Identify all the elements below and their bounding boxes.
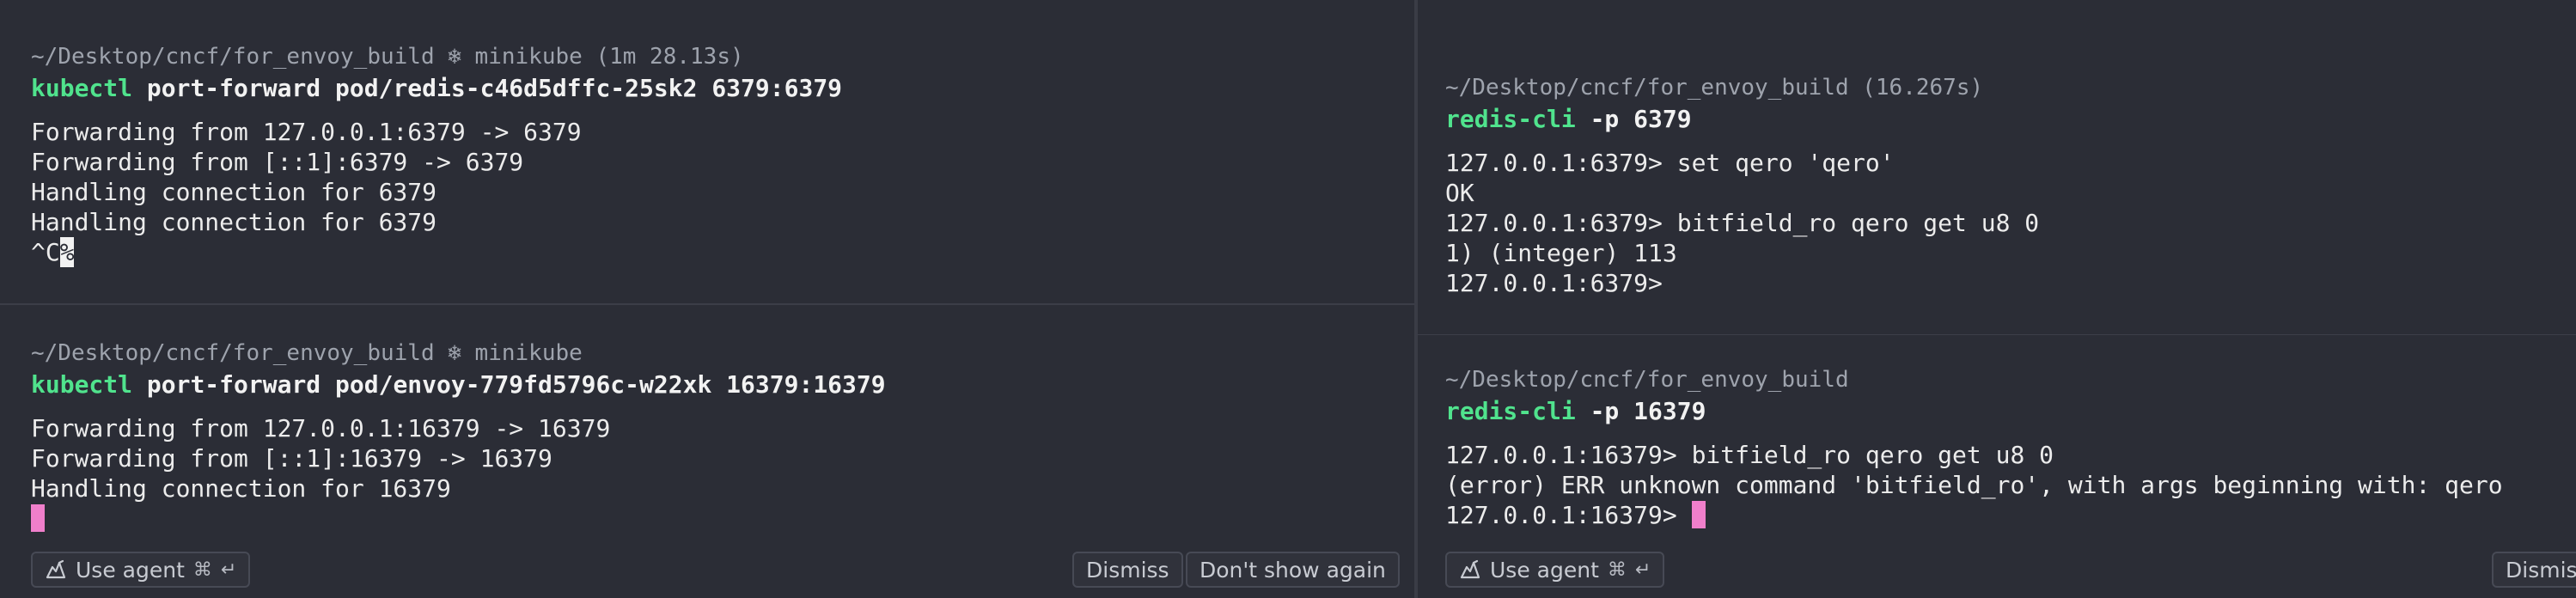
- output-line: Handling connection for 16379: [31, 474, 451, 503]
- output-line: Forwarding from 127.0.0.1:6379 -> 6379: [31, 118, 582, 146]
- command-key-icon: ⌘: [192, 558, 212, 581]
- input-prompt: 127.0.0.1:16379>: [1445, 501, 1692, 529]
- command-line: kubectl port-forward pod/envoy-779fd5796…: [31, 369, 886, 401]
- interrupt-text: ^C: [31, 238, 60, 266]
- output-line: Forwarding from [::1]:16379 -> 16379: [31, 444, 552, 473]
- block-cursor: [31, 504, 45, 532]
- input-line[interactable]: 127.0.0.1:16379>: [1445, 500, 2503, 530]
- output-line: 127.0.0.1:6379> set qero 'qero': [1445, 149, 1895, 177]
- command-binary: redis-cli: [1445, 105, 1576, 133]
- command-block: ~/Desktop/cncf/for_envoy_build ❄ minikub…: [31, 338, 886, 534]
- output-line: Handling connection for 6379: [31, 208, 437, 236]
- agent-icon: [46, 559, 66, 579]
- enter-key-icon: ↵: [1634, 558, 1651, 581]
- use-agent-button[interactable]: Use agent ⌘ ↵: [1445, 552, 1665, 588]
- output-line: (error) ERR unknown command 'bitfield_ro…: [1445, 471, 2503, 499]
- prompt-path: ~/Desktop/cncf/for_envoy_build (16.267s): [1445, 75, 1984, 101]
- command-arguments: port-forward pod/envoy-779fd5796c-w22xk …: [132, 370, 886, 399]
- command-binary: kubectl: [31, 74, 133, 102]
- output-line: 1) (integer) 113: [1445, 239, 1677, 267]
- terminal-pane-top-right[interactable]: ~/Desktop/cncf/for_envoy_build (16.267s)…: [1418, 0, 2576, 335]
- command-block: ~/Desktop/cncf/for_envoy_build redis-cli…: [1445, 364, 2503, 530]
- output-line: 127.0.0.1:16379> bitfield_ro qero get u8…: [1445, 441, 2054, 469]
- command-line: redis-cli -p 16379: [1445, 395, 2503, 428]
- terminal-pane-top-left[interactable]: ~/Desktop/cncf/for_envoy_build ❄ minikub…: [0, 0, 1414, 305]
- output-line: ^C%: [31, 237, 842, 267]
- output-line: 127.0.0.1:6379>: [1445, 269, 1663, 297]
- use-agent-label: Use agent: [1490, 557, 1599, 583]
- command-binary: kubectl: [31, 370, 133, 399]
- prompt-path: ~/Desktop/cncf/for_envoy_build ❄ minikub…: [31, 44, 744, 70]
- command-block: ~/Desktop/cncf/for_envoy_build ❄ minikub…: [31, 41, 842, 267]
- input-line[interactable]: [31, 503, 886, 534]
- output-line: Forwarding from 127.0.0.1:16379 -> 16379: [31, 414, 611, 442]
- command-arguments: -p 6379: [1575, 105, 1692, 133]
- prompt-path: ~/Desktop/cncf/for_envoy_build: [1445, 367, 1849, 393]
- dismiss-button[interactable]: Dismiss: [2492, 552, 2576, 588]
- text-cursor: %: [59, 237, 75, 267]
- dismiss-button[interactable]: Dismiss: [1072, 552, 1183, 588]
- agent-icon: [1460, 559, 1480, 579]
- block-cursor: [1691, 501, 1706, 528]
- command-output: Forwarding from 127.0.0.1:16379 -> 16379…: [31, 413, 886, 534]
- command-arguments: -p 16379: [1575, 397, 1706, 425]
- output-line: 127.0.0.1:6379> bitfield_ro qero get u8 …: [1445, 209, 2040, 237]
- output-line: Forwarding from [::1]:6379 -> 6379: [31, 148, 524, 176]
- command-line: redis-cli -p 6379: [1445, 103, 2039, 136]
- dont-show-again-button[interactable]: Don't show again: [1186, 552, 1400, 588]
- command-arguments: port-forward pod/redis-c46d5dffc-25sk2 6…: [132, 74, 843, 102]
- command-line: kubectl port-forward pod/redis-c46d5dffc…: [31, 72, 842, 105]
- command-output: 127.0.0.1:16379> bitfield_ro qero get u8…: [1445, 440, 2503, 530]
- output-line: Handling connection for 6379: [31, 178, 437, 206]
- terminal-window: ~/Desktop/cncf/for_envoy_build ❄ minikub…: [0, 0, 2576, 598]
- command-output: Forwarding from 127.0.0.1:6379 -> 6379 F…: [31, 117, 842, 267]
- command-output: 127.0.0.1:6379> set qero 'qero' OK 127.0…: [1445, 148, 2039, 298]
- command-key-icon: ⌘: [1607, 558, 1627, 581]
- command-binary: redis-cli: [1445, 397, 1576, 425]
- prompt-path: ~/Desktop/cncf/for_envoy_build ❄ minikub…: [31, 340, 583, 366]
- use-agent-button[interactable]: Use agent ⌘ ↵: [31, 552, 251, 588]
- output-line: OK: [1445, 179, 1474, 207]
- command-block: ~/Desktop/cncf/for_envoy_build (16.267s)…: [1445, 72, 2039, 298]
- use-agent-label: Use agent: [76, 557, 185, 583]
- enter-key-icon: ↵: [220, 558, 237, 581]
